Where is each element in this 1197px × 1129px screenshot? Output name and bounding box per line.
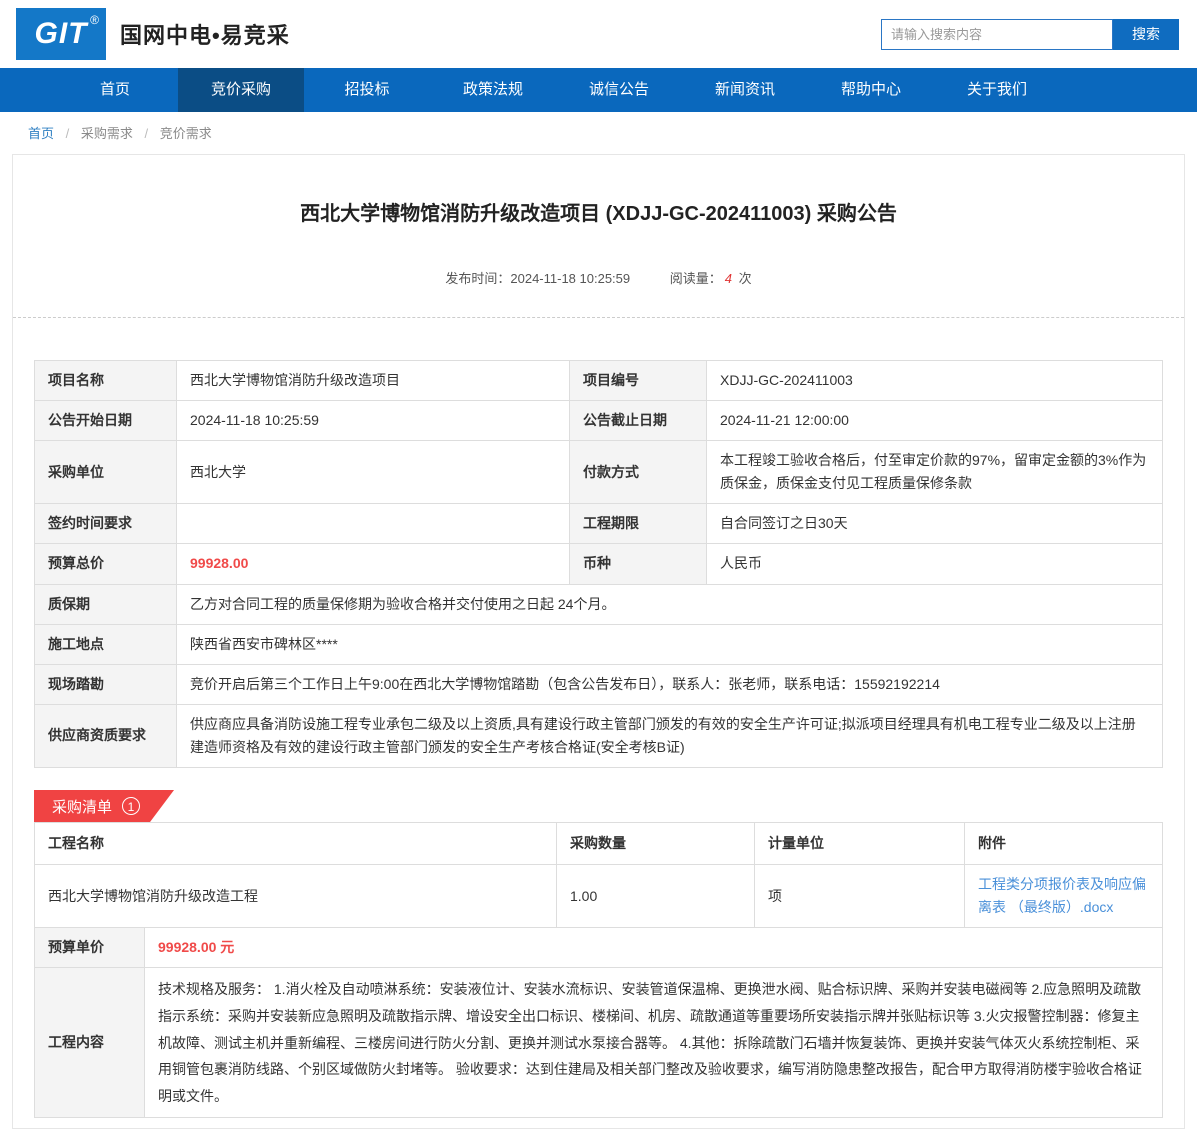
field-value: 自合同签订之日30天 xyxy=(707,504,1163,544)
column-header: 附件 xyxy=(965,823,1163,865)
nav-item-integrity-notices[interactable]: 诚信公告 xyxy=(556,68,682,112)
field-label: 现场踏勘 xyxy=(35,664,177,704)
project-info-table: 项目名称 西北大学博物馆消防升级改造项目 项目编号 XDJJ-GC-202411… xyxy=(34,360,1163,768)
field-label: 工程内容 xyxy=(35,968,145,1118)
unit-cell: 项 xyxy=(755,865,965,928)
field-label: 项目编号 xyxy=(570,361,707,401)
field-label: 供应商资质要求 xyxy=(35,704,177,767)
nav-item-bidding-procurement[interactable]: 竞价采购 xyxy=(178,68,304,112)
project-content-text: 技术规格及服务： 1.消火栓及自动喷淋系统：安装液位计、安装水流标识、安装管道保… xyxy=(145,968,1163,1118)
field-label: 质保期 xyxy=(35,584,177,624)
field-value xyxy=(177,504,570,544)
field-value: 本工程竣工验收合格后，付至审定价款的97%，留审定金额的3%作为质保金，质保金支… xyxy=(707,441,1163,504)
table-row: 预算总价 99928.00 币种 人民币 xyxy=(35,544,1163,584)
nav-item-policies[interactable]: 政策法规 xyxy=(430,68,556,112)
table-header-row: 工程名称 采购数量 计量单位 附件 xyxy=(35,823,1163,865)
field-label: 项目名称 xyxy=(35,361,177,401)
purchase-list-table: 工程名称 采购数量 计量单位 附件 西北大学博物馆消防升级改造工程 1.00 项… xyxy=(34,822,1163,928)
breadcrumb-separator: / xyxy=(66,126,70,141)
announcement-card: 西北大学博物馆消防升级改造项目 (XDJJ-GC-202411003) 采购公告… xyxy=(12,154,1185,1129)
field-value: XDJJ-GC-202411003 xyxy=(707,361,1163,401)
table-row: 供应商资质要求 供应商应具备消防设施工程专业承包二级及以上资质,具有建设行政主管… xyxy=(35,704,1163,767)
unit-price-suffix: 元 xyxy=(220,939,234,955)
publish-time-value: 2024-11-18 10:25:59 xyxy=(510,271,630,286)
table-row: 公告开始日期 2024-11-18 10:25:59 公告截止日期 2024-1… xyxy=(35,401,1163,441)
field-label: 采购单位 xyxy=(35,441,177,504)
nav-item-news[interactable]: 新闻资讯 xyxy=(682,68,808,112)
column-header: 计量单位 xyxy=(755,823,965,865)
project-name-cell: 西北大学博物馆消防升级改造工程 xyxy=(35,865,557,928)
field-label: 付款方式 xyxy=(570,441,707,504)
field-value: 陕西省西安市碑林区**** xyxy=(177,624,1163,664)
field-value: 西北大学博物馆消防升级改造项目 xyxy=(177,361,570,401)
search-box: 搜索 xyxy=(881,19,1179,50)
breadcrumb-home[interactable]: 首页 xyxy=(28,126,54,141)
purchase-list-section-header: 采购清单 1 xyxy=(34,790,1163,822)
purchase-list-count-badge: 1 xyxy=(122,797,140,815)
field-label: 预算单价 xyxy=(35,928,145,968)
field-value: 供应商应具备消防设施工程专业承包二级及以上资质,具有建设行政主管部门颁发的有效的… xyxy=(177,704,1163,767)
logo-text: GIT xyxy=(35,17,88,51)
site-title: 国网中电•易竞采 xyxy=(120,18,290,50)
nav-item-tendering[interactable]: 招投标 xyxy=(304,68,430,112)
attachment-link[interactable]: 工程类分项报价表及响应偏离表 （最终版）.docx xyxy=(978,876,1146,915)
column-header: 采购数量 xyxy=(557,823,755,865)
field-value: 2024-11-18 10:25:59 xyxy=(177,401,570,441)
site-logo[interactable]: GIT ® xyxy=(16,8,106,60)
field-value: 人民币 xyxy=(707,544,1163,584)
budget-total-value: 99928.00 xyxy=(177,544,570,584)
views-label: 阅读量： xyxy=(670,271,722,286)
field-label: 施工地点 xyxy=(35,624,177,664)
breadcrumb: 首页 / 采购需求 / 竞价需求 xyxy=(0,112,1197,150)
table-row: 西北大学博物馆消防升级改造工程 1.00 项 工程类分项报价表及响应偏离表 （最… xyxy=(35,865,1163,928)
field-value: 西北大学 xyxy=(177,441,570,504)
nav-item-help-center[interactable]: 帮助中心 xyxy=(808,68,934,112)
table-row: 质保期 乙方对合同工程的质量保修期为验收合格并交付使用之日起 24个月。 xyxy=(35,584,1163,624)
purchase-list-badge: 采购清单 1 xyxy=(34,790,174,822)
search-button[interactable]: 搜索 xyxy=(1113,19,1179,50)
search-input[interactable] xyxy=(881,19,1113,50)
table-row: 签约时间要求 工程期限 自合同签订之日30天 xyxy=(35,504,1163,544)
views-count: 4 xyxy=(725,271,732,286)
field-value: 2024-11-21 12:00:00 xyxy=(707,401,1163,441)
table-row: 施工地点 陕西省西安市碑林区**** xyxy=(35,624,1163,664)
main-nav: 首页 竞价采购 招投标 政策法规 诚信公告 新闻资讯 帮助中心 关于我们 xyxy=(0,68,1197,112)
field-label: 公告开始日期 xyxy=(35,401,177,441)
quantity-cell: 1.00 xyxy=(557,865,755,928)
views-unit: 次 xyxy=(739,271,752,286)
nav-item-about-us[interactable]: 关于我们 xyxy=(934,68,1060,112)
table-row: 现场踏勘 竞价开启后第三个工作日上午9:00在西北大学博物馆踏勘（包含公告发布日… xyxy=(35,664,1163,704)
unit-price-amount: 99928.00 xyxy=(158,939,216,955)
field-value: 竞价开启后第三个工作日上午9:00在西北大学博物馆踏勘（包含公告发布日），联系人… xyxy=(177,664,1163,704)
price-content-table: 预算单价 99928.00 元 工程内容 技术规格及服务： 1.消火栓及自动喷淋… xyxy=(34,927,1163,1118)
breadcrumb-bidding-demand[interactable]: 竞价需求 xyxy=(160,126,212,141)
registered-trademark-icon: ® xyxy=(90,13,100,27)
field-label: 币种 xyxy=(570,544,707,584)
top-header: GIT ® 国网中电•易竞采 搜索 xyxy=(0,0,1197,68)
table-row: 工程内容 技术规格及服务： 1.消火栓及自动喷淋系统：安装液位计、安装水流标识、… xyxy=(35,968,1163,1118)
page-title: 西北大学博物馆消防升级改造项目 (XDJJ-GC-202411003) 采购公告 xyxy=(13,155,1184,226)
publish-time-label: 发布时间： xyxy=(445,271,510,286)
table-row: 采购单位 西北大学 付款方式 本工程竣工验收合格后，付至审定价款的97%，留审定… xyxy=(35,441,1163,504)
breadcrumb-separator: / xyxy=(145,126,149,141)
field-value: 乙方对合同工程的质量保修期为验收合格并交付使用之日起 24个月。 xyxy=(177,584,1163,624)
purchase-list-badge-label: 采购清单 xyxy=(52,796,112,817)
table-row: 预算单价 99928.00 元 xyxy=(35,928,1163,968)
table-row: 项目名称 西北大学博物馆消防升级改造项目 项目编号 XDJJ-GC-202411… xyxy=(35,361,1163,401)
unit-price-value: 99928.00 元 xyxy=(145,928,1163,968)
breadcrumb-procurement-demand[interactable]: 采购需求 xyxy=(81,126,133,141)
nav-item-home[interactable]: 首页 xyxy=(52,68,178,112)
field-label: 预算总价 xyxy=(35,544,177,584)
field-label: 公告截止日期 xyxy=(570,401,707,441)
announcement-meta: 发布时间：2024-11-18 10:25:59 阅读量：4 次 xyxy=(13,268,1184,318)
field-label: 工程期限 xyxy=(570,504,707,544)
column-header: 工程名称 xyxy=(35,823,557,865)
field-label: 签约时间要求 xyxy=(35,504,177,544)
